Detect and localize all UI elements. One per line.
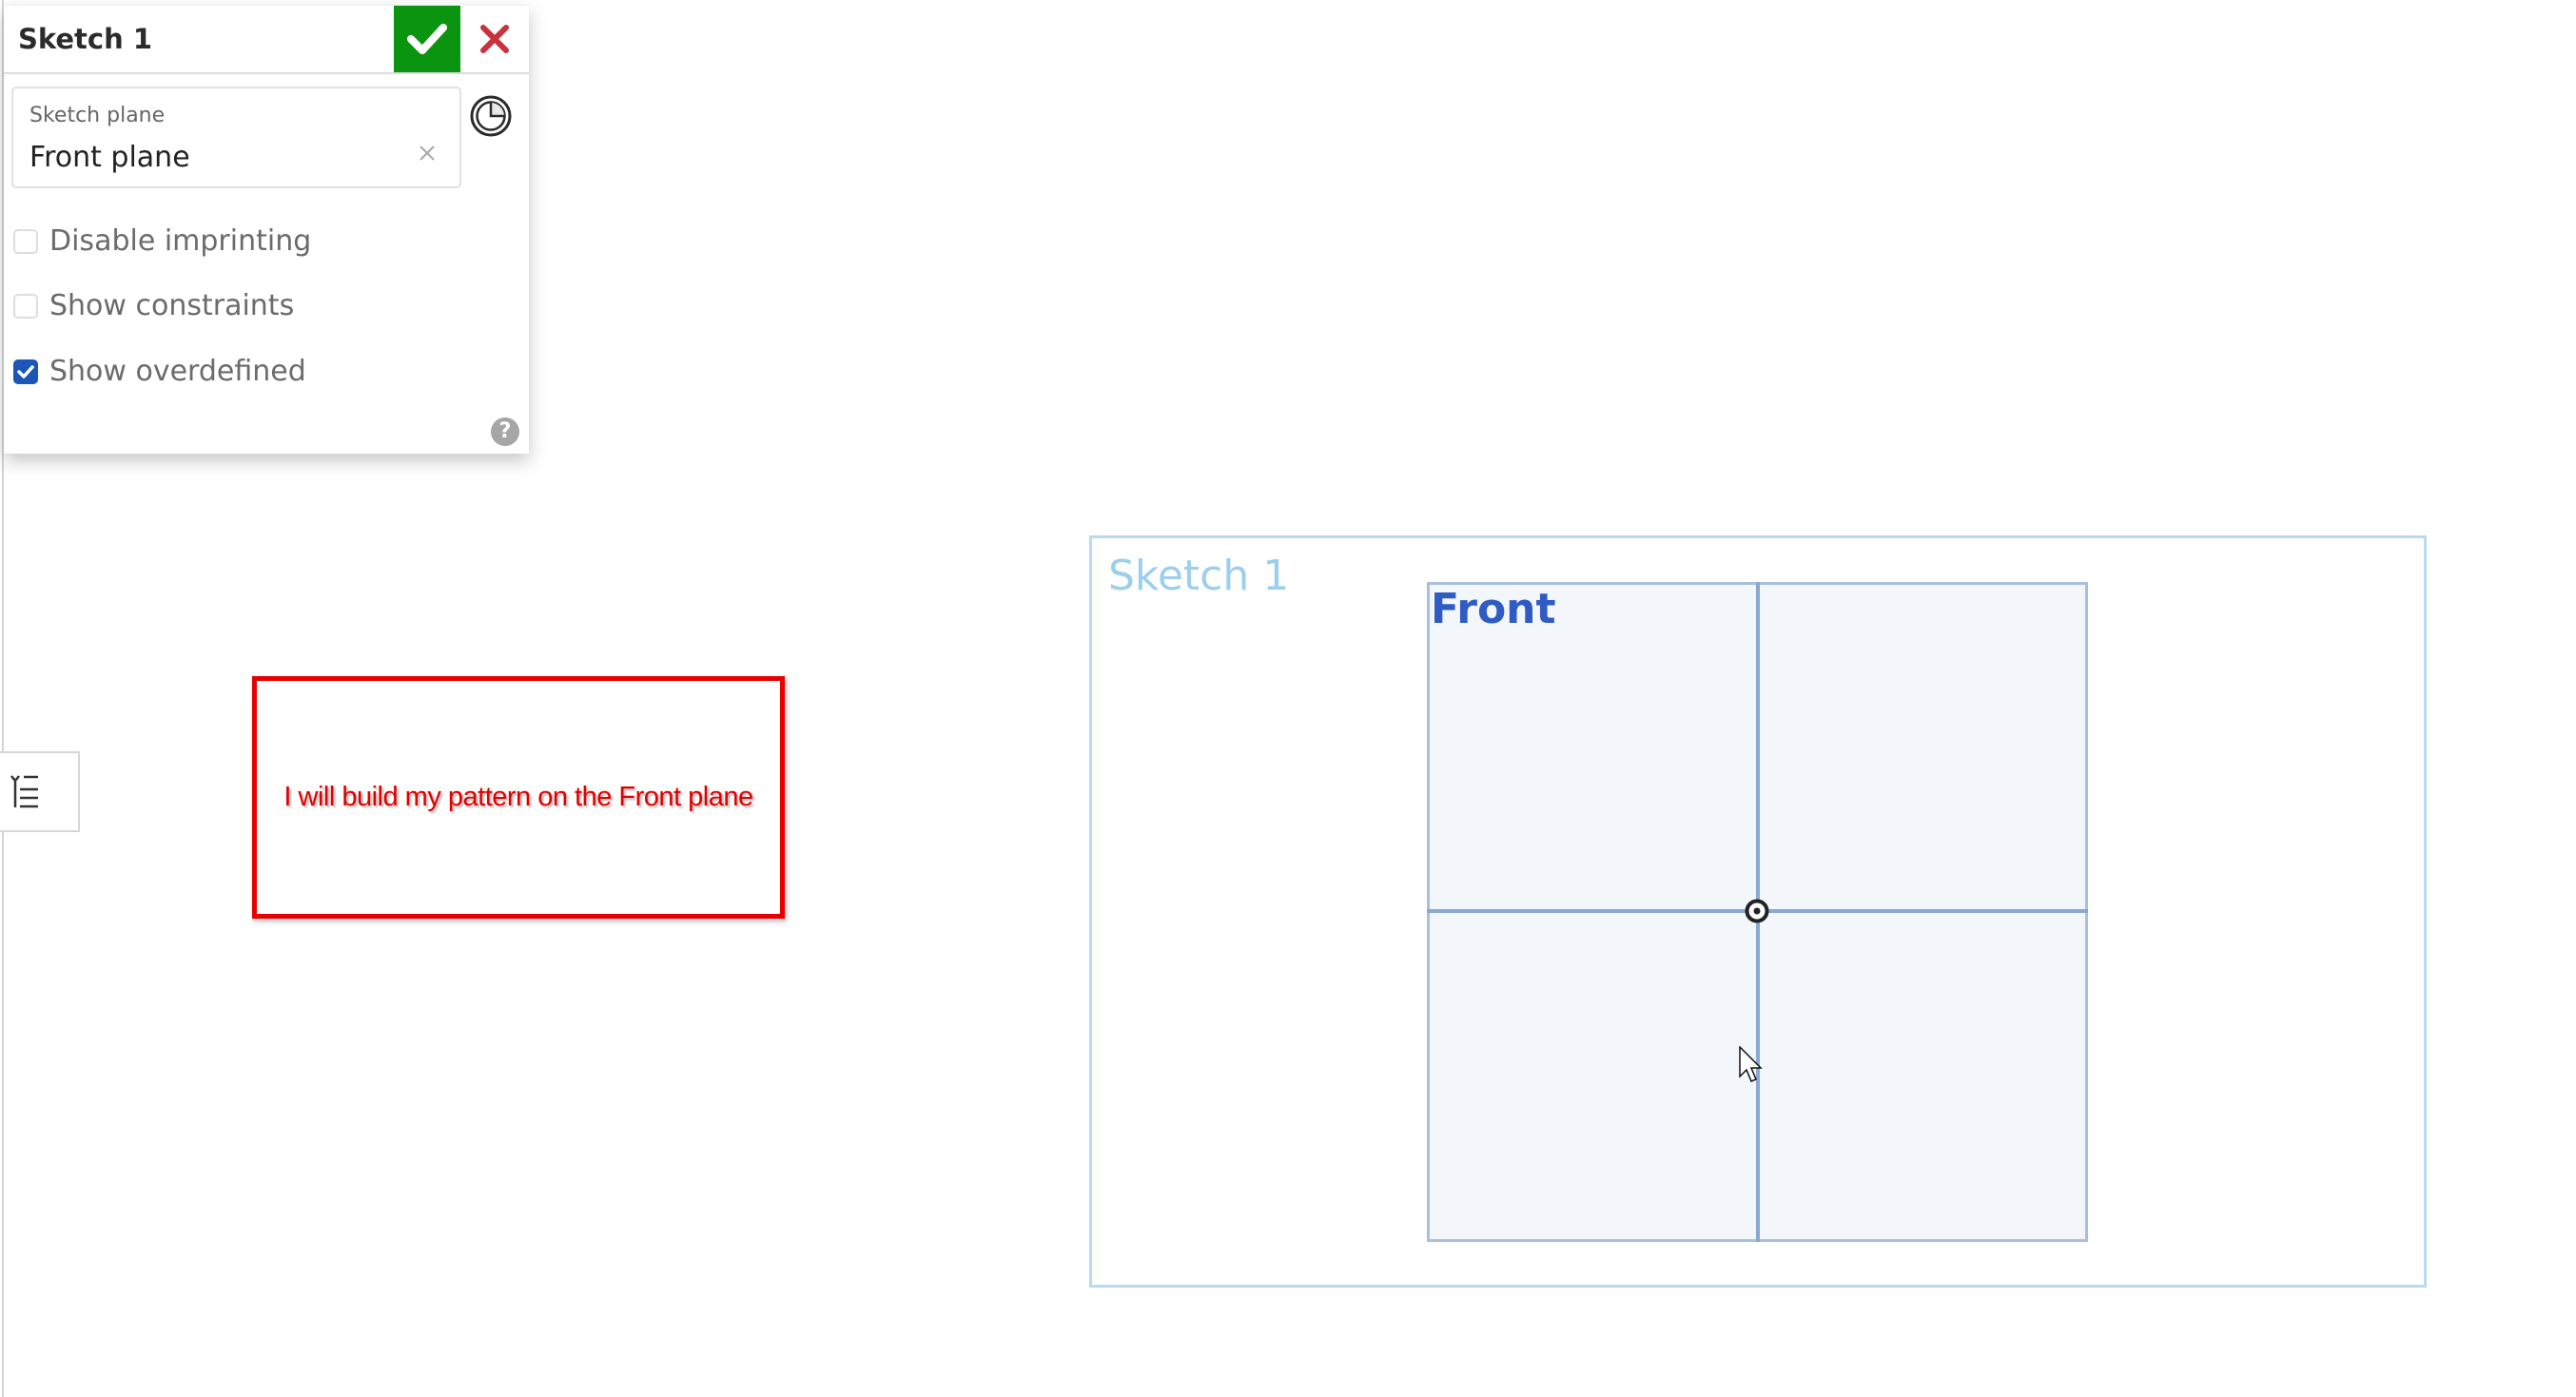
checkbox-check-icon xyxy=(17,364,34,378)
option-show-overdefined[interactable]: Show overdefined xyxy=(13,355,306,388)
clock-icon xyxy=(470,95,512,137)
sketch-plane-value: Front plane xyxy=(29,141,190,174)
annotation-callout: I will build my pattern on the Front pla… xyxy=(252,676,785,919)
show-overdefined-checkbox[interactable] xyxy=(13,359,38,384)
origin-icon[interactable] xyxy=(1745,899,1769,923)
show-constraints-label: Show constraints xyxy=(49,289,295,322)
sketch-label[interactable]: Sketch 1 xyxy=(1108,552,1289,600)
sketch-plane-field[interactable]: Sketch plane Front plane xyxy=(11,87,461,188)
checklist-icon xyxy=(10,775,38,808)
disable-imprinting-label: Disable imprinting xyxy=(49,224,312,258)
clear-selection-button[interactable] xyxy=(418,144,437,166)
feature-list-toggle[interactable] xyxy=(0,751,80,832)
option-disable-imprinting[interactable]: Disable imprinting xyxy=(13,224,311,258)
clear-icon xyxy=(420,146,435,161)
disable-imprinting-checkbox[interactable] xyxy=(13,228,38,254)
help-icon[interactable]: ? xyxy=(491,417,519,446)
history-button[interactable] xyxy=(468,93,514,139)
front-plane-label[interactable]: Front xyxy=(1431,585,1556,633)
arrow-cursor-icon xyxy=(1739,1046,1763,1082)
accept-button[interactable] xyxy=(394,6,460,72)
close-icon xyxy=(480,25,509,53)
option-show-constraints[interactable]: Show constraints xyxy=(13,289,294,322)
checkmark-icon xyxy=(407,24,447,54)
cancel-button[interactable] xyxy=(466,6,523,72)
sketch-plane-label: Sketch plane xyxy=(29,104,166,127)
dialog-header: Sketch 1 xyxy=(4,6,529,74)
show-overdefined-label: Show overdefined xyxy=(49,355,306,388)
annotation-text: I will build my pattern on the Front pla… xyxy=(283,782,753,812)
sketch-feature-dialog: Sketch 1 Sketch plane Front plane Disabl… xyxy=(4,5,529,454)
dialog-title: Sketch 1 xyxy=(18,23,153,55)
show-constraints-checkbox[interactable] xyxy=(13,293,38,319)
